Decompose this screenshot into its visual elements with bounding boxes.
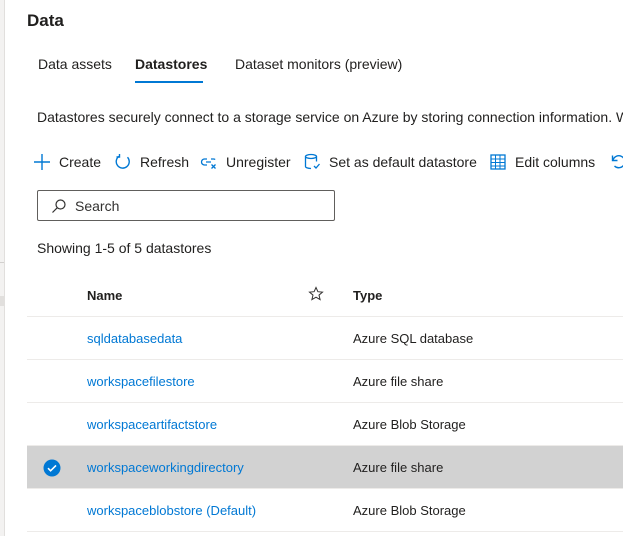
page-title: Data: [27, 11, 64, 30]
edit-columns-label: Edit columns: [515, 154, 596, 170]
table-header: Name Type: [27, 274, 623, 317]
datastore-type: Azure Blob Storage: [353, 417, 466, 432]
active-tab-indicator: [135, 81, 203, 83]
refresh-label: Refresh: [140, 154, 190, 170]
unlink-icon: [200, 158, 216, 169]
column-header-type[interactable]: Type: [353, 288, 382, 303]
search-field: [37, 190, 335, 221]
datastore-type: Azure Blob Storage: [353, 503, 466, 518]
search-input[interactable]: [75, 197, 295, 214]
unregister-label: Unregister: [226, 154, 291, 170]
set-default-label: Set as default datastore: [329, 154, 477, 170]
left-nav-edge: [0, 0, 5, 536]
table-row[interactable]: workspaceworkingdirectory Azure file shar…: [27, 446, 623, 489]
column-header-name[interactable]: Name: [87, 288, 122, 303]
datastore-type: Azure file share: [353, 460, 444, 475]
datastore-name-link[interactable]: workspaceblobstore (Default): [87, 503, 256, 518]
refresh-button[interactable]: Refresh: [113, 150, 189, 174]
refresh-icon: [115, 154, 130, 169]
create-button[interactable]: Create: [32, 150, 101, 174]
datastore-type: Azure file share: [353, 374, 444, 389]
page-description: Datastores securely connect to a storage…: [37, 109, 623, 125]
tab-data-assets[interactable]: Data assets: [38, 56, 112, 72]
table-row[interactable]: workspaceblobstore (Default) Azure Blob S…: [27, 489, 623, 532]
datastore-name-link[interactable]: workspacefilestore: [87, 374, 195, 389]
database-icon: [304, 153, 320, 170]
table-row[interactable]: workspacefilestore Azure file share: [27, 360, 623, 403]
tab-datastores[interactable]: Datastores: [135, 56, 207, 72]
datastore-type: Azure SQL database: [353, 331, 474, 346]
table-row[interactable]: workspaceartifactstore Azure Blob Storage: [27, 403, 623, 446]
datastores-table: Name Type sqldatabasedata Azure SQL datab…: [27, 274, 623, 532]
datastore-name-link[interactable]: workspaceartifactstore: [87, 417, 217, 432]
undo-icon: [611, 155, 623, 169]
plus-icon: [34, 154, 50, 170]
datastore-name-link[interactable]: sqldatabasedata: [87, 331, 182, 346]
checkmark-circle-icon[interactable]: [43, 459, 61, 477]
reset-view-button[interactable]: [609, 150, 623, 174]
toolbar: Create Refresh Unregister Set as default…: [32, 150, 623, 174]
star-icon[interactable]: [308, 286, 324, 302]
edit-columns-button[interactable]: Edit columns: [488, 150, 595, 174]
tab-dataset-monitors[interactable]: Dataset monitors (preview): [235, 56, 402, 72]
datastore-name-link[interactable]: workspaceworkingdirectory: [87, 460, 244, 475]
table-columns-icon: [490, 154, 506, 170]
result-count: Showing 1-5 of 5 datastores: [37, 240, 212, 256]
search-icon: [52, 198, 66, 213]
set-default-datastore-button[interactable]: Set as default datastore: [302, 150, 477, 174]
create-label: Create: [59, 154, 102, 170]
unregister-button[interactable]: Unregister: [199, 150, 291, 174]
table-row[interactable]: sqldatabasedata Azure SQL database: [27, 317, 623, 360]
